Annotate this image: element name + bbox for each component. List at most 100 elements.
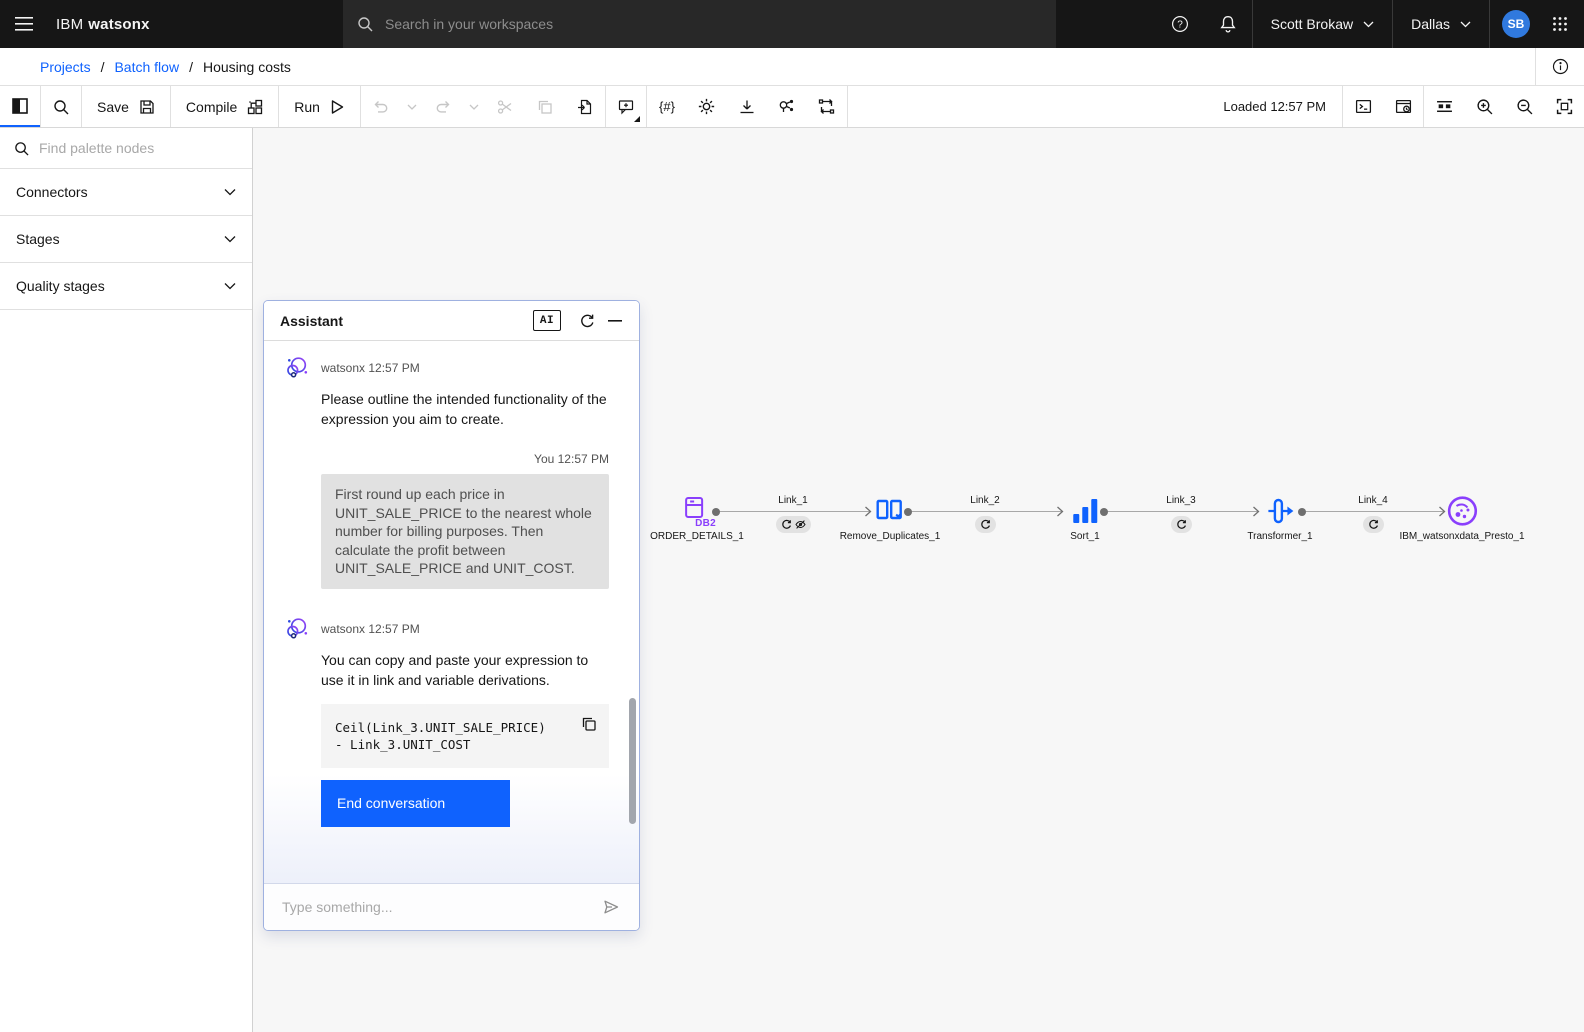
output-port-dot[interactable]: [1298, 508, 1306, 516]
flow-toolbar: Save Compile Run: [0, 86, 1584, 128]
schedule-panel-button[interactable]: [1383, 86, 1423, 127]
assistant-input-bar: [264, 883, 639, 930]
redo-menu-button[interactable]: [463, 86, 485, 127]
node-label: IBM_watsonxdata_Presto_1: [1399, 531, 1524, 542]
assistant-conversation[interactable]: watsonx 12:57 PM Please outline the inte…: [264, 341, 639, 883]
chevron-down-icon: [469, 104, 479, 110]
global-search-input[interactable]: [385, 16, 1042, 32]
send-message-button[interactable]: [597, 893, 625, 921]
expression-code-block: Ceil(Link_3.UNIT_SALE_PRICE) - Link_3.UN…: [321, 704, 609, 768]
zoom-out-button[interactable]: [1504, 86, 1544, 127]
avatar[interactable]: SB: [1502, 10, 1530, 38]
settings-button[interactable]: [687, 86, 727, 127]
copy-button[interactable]: [525, 86, 565, 127]
sync-icon: [1176, 519, 1187, 530]
document-import-icon: [577, 99, 593, 115]
region-menu[interactable]: Dallas: [1393, 0, 1489, 48]
download-button[interactable]: [727, 86, 767, 127]
copy-icon: [581, 716, 597, 732]
palette-section-quality-stages[interactable]: Quality stages: [0, 263, 252, 310]
watsonx-avatar-icon: [284, 616, 310, 642]
app-switcher-button[interactable]: [1536, 0, 1584, 48]
cut-button[interactable]: [485, 86, 525, 127]
conversation-scrollbar[interactable]: [629, 698, 636, 824]
parameters-button[interactable]: {#}: [647, 86, 687, 127]
hamburger-menu-button[interactable]: [0, 0, 48, 48]
undo-button[interactable]: [361, 86, 401, 127]
link-status-badge[interactable]: [1363, 516, 1384, 533]
zoom-in-button[interactable]: [1464, 86, 1504, 127]
remove-duplicates-icon: [876, 492, 904, 530]
help-button[interactable]: ?: [1156, 0, 1204, 48]
assistant-header: Assistant AI: [264, 301, 639, 341]
header-divider: [1489, 0, 1490, 48]
flow-node-sort[interactable]: Sort_1: [1070, 492, 1099, 542]
save-button[interactable]: Save: [82, 86, 170, 127]
run-button[interactable]: Run: [279, 86, 360, 127]
flow-info-button[interactable]: [1536, 46, 1584, 87]
end-conversation-button[interactable]: End conversation: [321, 780, 510, 827]
compile-button[interactable]: Compile: [171, 86, 278, 127]
help-icon: ?: [1171, 15, 1189, 33]
fit-to-screen-button[interactable]: [1544, 86, 1584, 127]
product-title: IBM watsonx: [56, 16, 150, 33]
toggle-palette-button[interactable]: [0, 86, 40, 127]
hidden-eye-icon: [795, 519, 806, 530]
palette-search-input[interactable]: [39, 140, 238, 156]
user-menu[interactable]: Scott Brokaw: [1253, 0, 1392, 48]
node-palette: Connectors Stages Quality stages: [0, 128, 253, 1032]
breadcrumb-batch-flow[interactable]: Batch flow: [114, 59, 179, 75]
add-comment-button[interactable]: [606, 86, 646, 127]
presto-icon: [1446, 492, 1478, 530]
undo-menu-button[interactable]: [401, 86, 423, 127]
message-meta: You 12:57 PM: [284, 452, 609, 466]
auto-arrange-button[interactable]: [1424, 86, 1464, 127]
import-asset-button[interactable]: [565, 86, 605, 127]
link-status-badge[interactable]: [776, 516, 811, 533]
minimize-assistant-button[interactable]: [601, 307, 629, 335]
app-switcher-icon: [1552, 16, 1568, 32]
palette-section-connectors[interactable]: Connectors: [0, 169, 252, 216]
menu-corner-indicator: [634, 116, 640, 122]
ai-badge: AI: [533, 310, 561, 331]
zoom-in-icon: [1476, 98, 1493, 115]
chevron-down-icon: [224, 235, 236, 243]
link-label: Link_2: [908, 495, 1062, 506]
watsonx-avatar-icon: [284, 355, 310, 381]
schedule-icon: [1395, 98, 1412, 115]
redo-icon: [435, 99, 451, 114]
link-status-badge[interactable]: [975, 516, 996, 533]
flow-node-watsonxdata-presto[interactable]: IBM_watsonxdata_Presto_1: [1399, 492, 1524, 542]
flow-link-3[interactable]: Link_3: [1104, 511, 1258, 512]
assistant-message: Please outline the intended functionalit…: [321, 389, 609, 429]
search-canvas-button[interactable]: [41, 86, 81, 127]
run-play-icon: [330, 99, 345, 115]
convert-swap-button[interactable]: [807, 86, 847, 127]
breadcrumb-projects[interactable]: Projects: [40, 59, 91, 75]
flow-link-2[interactable]: Link_2: [908, 511, 1062, 512]
redo-button[interactable]: [423, 86, 463, 127]
compile-icon: [247, 99, 263, 115]
data-definitions-button[interactable]: [767, 86, 807, 127]
save-icon: [139, 99, 155, 115]
chevron-down-icon: [224, 282, 236, 290]
palette-section-stages[interactable]: Stages: [0, 216, 252, 263]
copy-code-button[interactable]: [578, 713, 600, 735]
zoom-out-icon: [1516, 98, 1533, 115]
search-icon: [53, 99, 69, 115]
loaded-status: Loaded 12:57 PM: [1207, 99, 1342, 114]
gear-icon: [698, 98, 715, 115]
assistant-message-input[interactable]: [282, 899, 597, 915]
notifications-button[interactable]: [1204, 0, 1252, 48]
output-port-dot[interactable]: [712, 508, 720, 516]
output-port-dot[interactable]: [904, 508, 912, 516]
chevron-down-icon: [224, 188, 236, 196]
restart-conversation-button[interactable]: [573, 307, 601, 335]
send-icon: [602, 898, 620, 916]
parameters-icon: {#}: [659, 99, 675, 114]
run-log-panel-button[interactable]: [1343, 86, 1383, 127]
info-icon: [1552, 58, 1569, 75]
link-status-badge[interactable]: [1171, 516, 1192, 533]
output-port-dot[interactable]: [1100, 508, 1108, 516]
refresh-icon: [579, 313, 595, 329]
